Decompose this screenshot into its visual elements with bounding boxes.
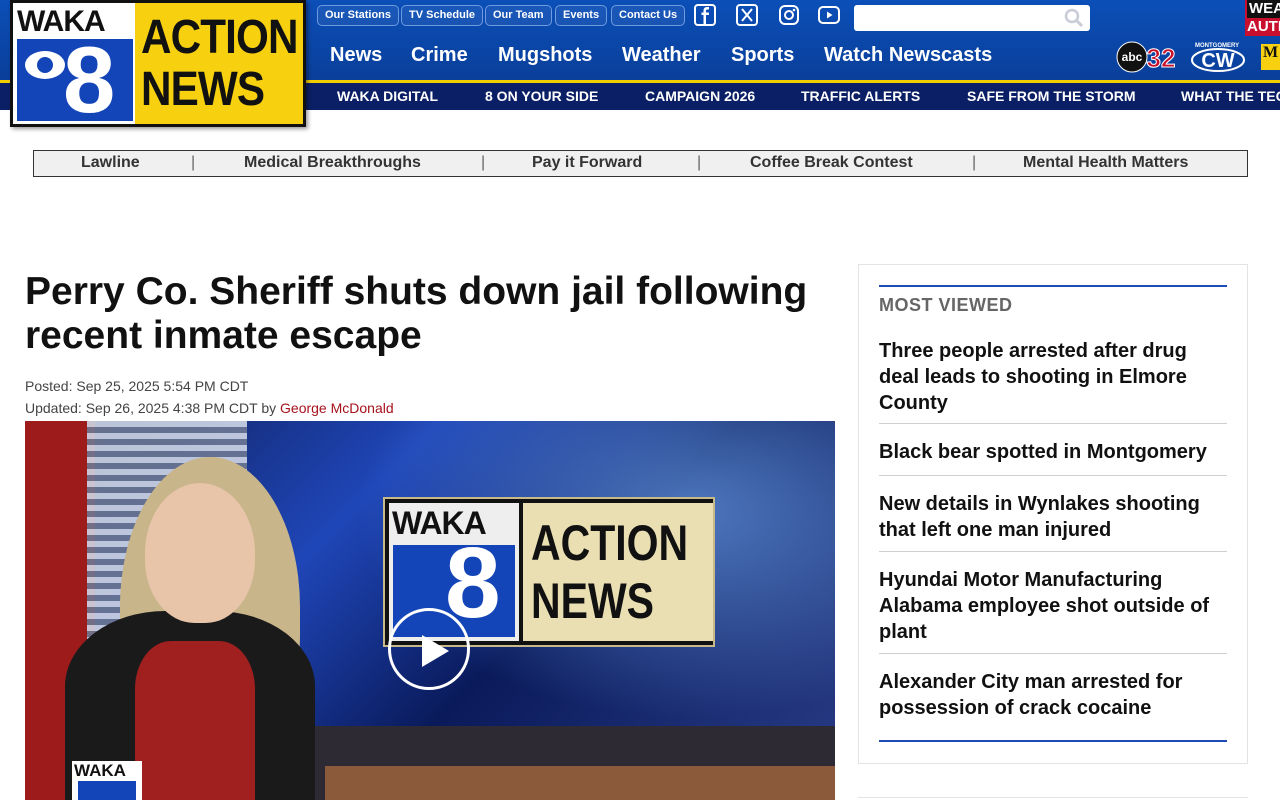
sidebar-next-panel (858, 797, 1248, 807)
most-viewed-bottom-rule (879, 740, 1227, 742)
section-separator: | (697, 154, 702, 171)
subnav-what-the-tech[interactable]: WHAT THE TECH (1181, 88, 1280, 104)
subnav-traffic-alerts[interactable]: TRAFFIC ALERTS (801, 88, 920, 104)
nav-tv-schedule[interactable]: TV Schedule (401, 5, 484, 26)
nav-watch-newscasts[interactable]: Watch Newscasts (824, 44, 992, 67)
studio-screen-news: NEWS (531, 573, 654, 629)
weather-badge-line1: WEA (1247, 0, 1280, 18)
nav-sports[interactable]: Sports (731, 44, 794, 67)
nav-our-team[interactable]: Our Team (485, 5, 552, 26)
cw-text: CW (1201, 50, 1234, 72)
logo-cbs-block: WAKA 8 (13, 3, 135, 127)
most-viewed-divider (879, 551, 1227, 552)
video-station-bug: WAKA (72, 761, 142, 800)
article-posted-date: Posted: Sep 25, 2025 5:54 PM CDT (25, 378, 249, 394)
most-viewed-top-rule (879, 285, 1227, 287)
most-viewed-divider (879, 653, 1227, 654)
weather-authority-badge[interactable]: WEA AUTH (1245, 0, 1280, 36)
abc-number: 32 (1147, 43, 1176, 73)
video-bug-text: WAKA (74, 761, 126, 780)
logo-channel-number: 8 (63, 27, 116, 132)
cbs-eye-icon: 8 (17, 33, 133, 127)
most-viewed-divider (879, 423, 1227, 424)
nav-news[interactable]: News (330, 44, 382, 67)
article-updated-date: Updated: Sep 26, 2025 4:38 PM CDT by (25, 400, 281, 416)
nav-events[interactable]: Events (555, 5, 608, 26)
section-mental-health-matters[interactable]: Mental Health Matters (1023, 154, 1188, 172)
nav-crime[interactable]: Crime (411, 44, 468, 67)
most-viewed-title: MOST VIEWED (879, 295, 1013, 315)
most-viewed-item[interactable]: Three people arrested after drug deal le… (879, 338, 1227, 416)
abc32-logo[interactable]: abc 32 (1116, 41, 1176, 74)
play-icon[interactable] (388, 608, 470, 690)
search-icon[interactable] (1064, 8, 1084, 28)
nav-our-stations[interactable]: Our Stations (317, 5, 400, 26)
article-headline: Perry Co. Sheriff shuts down jail follow… (25, 270, 808, 357)
section-separator: | (972, 154, 977, 171)
instagram-icon[interactable] (778, 4, 800, 26)
search-box[interactable] (854, 5, 1090, 31)
search-input[interactable] (854, 5, 1054, 31)
most-viewed-panel: MOST VIEWED Three people arrested after … (858, 264, 1248, 764)
abc-text: abc (1122, 50, 1143, 64)
nav-weather[interactable]: Weather (622, 44, 701, 67)
section-lawline[interactable]: Lawline (81, 154, 140, 172)
most-viewed-item[interactable]: Alexander City man arrested for possessi… (879, 669, 1227, 721)
section-pay-it-forward[interactable]: Pay it Forward (532, 154, 642, 172)
facebook-icon[interactable] (694, 4, 716, 26)
logo-action-news-block: ACTION NEWS (135, 3, 303, 124)
cw-logo[interactable]: CW (1190, 44, 1246, 72)
most-viewed-item[interactable]: Black bear spotted in Montgomery (879, 439, 1227, 465)
most-viewed-item[interactable]: New details in Wynlakes shooting that le… (879, 491, 1227, 543)
x-icon[interactable] (736, 4, 758, 26)
subnav-8-on-your-side[interactable]: 8 ON YOUR SIDE (485, 88, 598, 104)
subnav-safe-from-the-storm[interactable]: SAFE FROM THE STORM (967, 88, 1136, 104)
site-header: Our Stations TV Schedule Our Team Events… (0, 0, 1280, 127)
site-logo[interactable]: WAKA 8 ACTION NEWS (10, 0, 306, 127)
section-links-bar: Lawline | Medical Breakthroughs | Pay it… (33, 150, 1248, 177)
subnav-waka-digital[interactable]: WAKA DIGITAL (337, 88, 438, 104)
youtube-icon[interactable] (818, 4, 840, 26)
nav-mugshots[interactable]: Mugshots (498, 44, 592, 67)
most-viewed-item[interactable]: Hyundai Motor Manufacturing Alabama empl… (879, 567, 1227, 645)
weather-badge-line2: AUTH (1247, 18, 1280, 35)
article-updated-line: Updated: Sep 26, 2025 4:38 PM CDT by Geo… (25, 400, 394, 416)
section-separator: | (191, 154, 196, 171)
studio-screen-action: ACTION (531, 515, 689, 571)
most-viewed-divider (879, 475, 1227, 476)
subnav-campaign-2026[interactable]: CAMPAIGN 2026 (645, 88, 755, 104)
logo-news-text: NEWS (141, 62, 265, 116)
section-coffee-break-contest[interactable]: Coffee Break Contest (750, 154, 913, 172)
video-player[interactable]: WAKA 8 ACTION NEWS WAKA (25, 421, 835, 800)
section-medical-breakthroughs[interactable]: Medical Breakthroughs (244, 154, 421, 172)
nav-contact-us[interactable]: Contact Us (611, 5, 686, 26)
article-author-link[interactable]: George McDonald (280, 400, 394, 416)
logo-action-text: ACTION (141, 10, 299, 64)
section-separator: | (481, 154, 486, 171)
partner-logo-edge[interactable]: M (1261, 44, 1280, 70)
